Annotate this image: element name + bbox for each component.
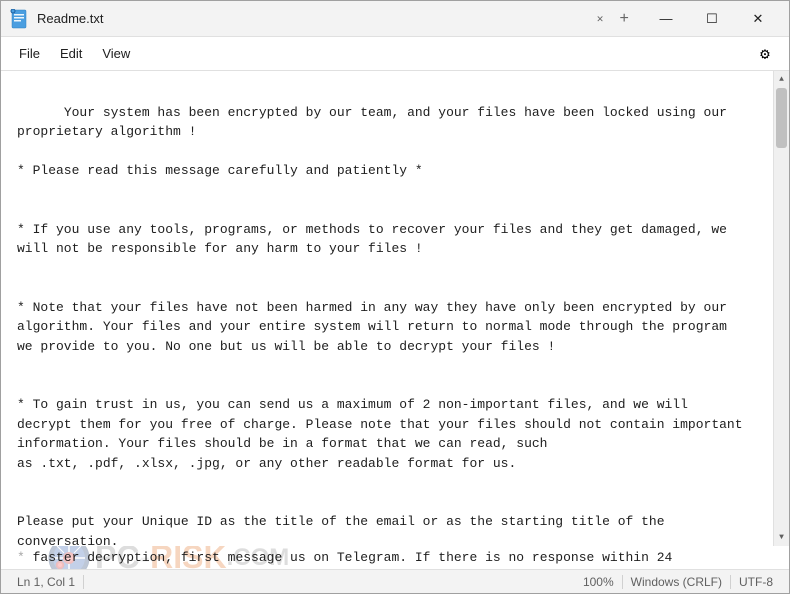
cursor-position: Ln 1, Col 1 [9, 575, 84, 589]
title-bar: Readme.txt ✕ + — ☐ ✕ [1, 1, 789, 37]
status-bar: Ln 1, Col 1 100% Windows (CRLF) UTF-8 [1, 569, 789, 593]
tab-close-button[interactable]: ✕ [591, 10, 610, 28]
settings-icon[interactable]: ⚙ [749, 38, 781, 70]
tab-controls: ✕ + [591, 8, 635, 30]
view-menu[interactable]: View [92, 42, 140, 65]
close-button[interactable]: ✕ [735, 3, 781, 35]
scroll-track[interactable] [774, 88, 789, 529]
last-line-area: * faster decryption, first message us on… [1, 546, 789, 569]
tab-add-button[interactable]: + [613, 8, 635, 30]
scroll-thumb[interactable] [776, 88, 787, 148]
menu-bar: File Edit View ⚙ [1, 37, 789, 71]
window-title: Readme.txt [37, 11, 591, 26]
window-controls: — ☐ ✕ [643, 3, 781, 35]
text-editor[interactable]: Your system has been encrypted by our te… [1, 71, 773, 546]
editor-content: Your system has been encrypted by our te… [17, 105, 743, 547]
scroll-down-arrow[interactable]: ▼ [774, 529, 790, 546]
maximize-button[interactable]: ☐ [689, 3, 735, 35]
scroll-up-arrow[interactable]: ▲ [774, 71, 790, 88]
content-area: Your system has been encrypted by our te… [1, 71, 789, 546]
edit-menu[interactable]: Edit [50, 42, 92, 65]
app-icon [9, 9, 29, 29]
menu-bar-right: ⚙ [749, 38, 781, 70]
zoom-level: 100% [575, 575, 623, 589]
vertical-scrollbar[interactable]: ▲ ▼ [773, 71, 789, 546]
line-ending: Windows (CRLF) [623, 575, 731, 589]
minimize-button[interactable]: — [643, 3, 689, 35]
encoding: UTF-8 [731, 575, 781, 589]
main-window: Readme.txt ✕ + — ☐ ✕ File Edit View ⚙ Yo… [0, 0, 790, 594]
last-line-text: * faster decryption, first message us on… [17, 550, 672, 565]
file-menu[interactable]: File [9, 42, 50, 65]
